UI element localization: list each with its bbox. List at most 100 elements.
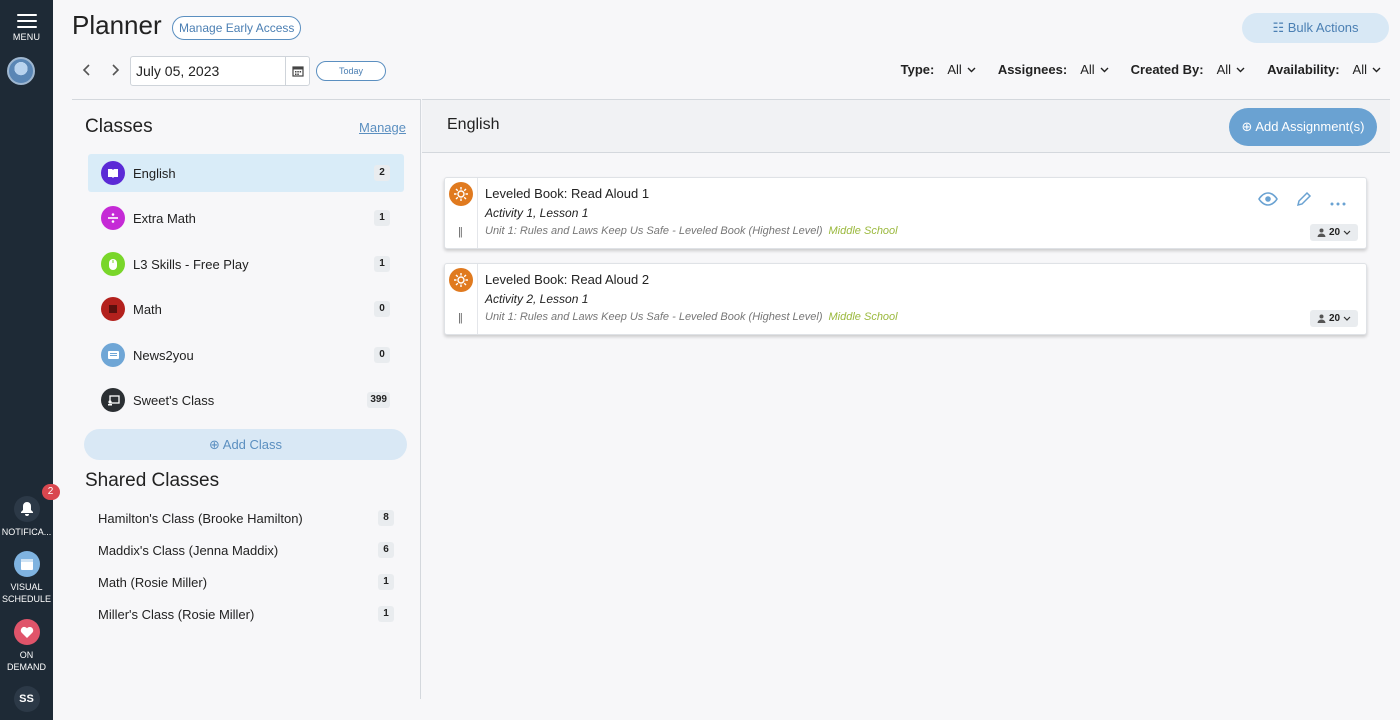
assignment-title: Leveled Book: Read Aloud 1	[485, 186, 650, 201]
class-count: 0	[374, 301, 390, 317]
notifications-label: NOTIFICA...	[1, 527, 52, 537]
class-item-math[interactable]: Math 0	[88, 290, 404, 328]
shared-class-count: 1	[378, 606, 394, 622]
shared-class-item[interactable]: Math (Rosie Miller) 1	[98, 572, 394, 592]
classes-heading: Classes	[85, 116, 153, 137]
date-field[interactable]: July 05, 2023	[130, 56, 310, 86]
filter-type-label: Type:	[900, 62, 935, 77]
plus-circle-icon: ⊕	[208, 437, 220, 452]
assignment-subtitle: Activity 2, Lesson 1	[485, 292, 589, 306]
preview-eye-icon[interactable]	[1258, 192, 1278, 211]
assignment-subtitle: Activity 1, Lesson 1	[485, 206, 589, 220]
filter-availability[interactable]: Availability: All	[1267, 62, 1381, 77]
shared-class-name: Hamilton's Class (Brooke Hamilton)	[98, 510, 303, 526]
heart-icon	[13, 619, 40, 645]
assignments-header: English ⊕ Add Assignment(s)	[422, 100, 1390, 153]
add-assignments-button[interactable]: ⊕ Add Assignment(s)	[1229, 108, 1377, 146]
assignment-unit: Unit 1: Rules and Laws Keep Us Safe - Le…	[485, 311, 898, 323]
filter-assignees-label: Assignees:	[997, 62, 1068, 77]
visual-schedule-label-2: SCHEDULE	[1, 594, 51, 604]
drag-handle-icon[interactable]: ||	[458, 312, 463, 324]
classes-panel: Classes Manage English 2 Extra Math 1 L3…	[72, 99, 421, 699]
bell-icon: 2	[13, 484, 60, 522]
class-name: Extra Math	[133, 210, 196, 226]
class-count: 0	[374, 347, 390, 363]
filter-availability-value: All	[1352, 62, 1367, 77]
shared-class-item[interactable]: Hamilton's Class (Brooke Hamilton) 8	[98, 508, 394, 528]
notification-count-badge: 2	[41, 484, 60, 500]
edit-pencil-icon[interactable]	[1296, 191, 1312, 212]
filter-created-by-value: All	[1216, 62, 1232, 77]
assignment-title: Leveled Book: Read Aloud 2	[485, 272, 650, 287]
shared-class-item[interactable]: Maddix's Class (Jenna Maddix) 6	[98, 540, 394, 560]
shared-class-count: 6	[378, 542, 394, 558]
visual-schedule-label-1: VISUAL	[10, 582, 43, 592]
on-demand-label-1: ON	[19, 650, 34, 660]
filter-created-by[interactable]: Created By: All	[1131, 62, 1245, 77]
previous-date-button[interactable]	[82, 63, 92, 79]
class-item-news2you[interactable]: News2you 0	[88, 336, 404, 374]
calendar-picker-icon[interactable]	[285, 57, 309, 85]
class-item-extra-math[interactable]: Extra Math 1	[88, 199, 404, 237]
assignment-unit: Unit 1: Rules and Laws Keep Us Safe - Le…	[485, 225, 898, 237]
next-date-button[interactable]	[110, 63, 120, 79]
filter-created-by-label: Created By:	[1130, 62, 1204, 77]
checklist-icon: ☷	[1272, 20, 1285, 35]
assignees-count: 20	[1328, 313, 1341, 324]
shared-class-count: 1	[378, 574, 394, 590]
today-button[interactable]: Today	[316, 61, 386, 81]
drag-handle-icon[interactable]: ||	[458, 226, 463, 238]
visual-schedule-button[interactable]: VISUAL SCHEDULE	[0, 551, 53, 605]
date-value: July 05, 2023	[136, 63, 220, 79]
add-class-button[interactable]: ⊕ Add Class	[84, 429, 407, 460]
more-options-icon[interactable]	[1330, 193, 1346, 211]
class-item-english[interactable]: English 2	[88, 154, 404, 192]
shared-class-name: Maddix's Class (Jenna Maddix)	[98, 542, 279, 558]
class-item-l3-skills[interactable]: L3 Skills - Free Play 1	[88, 245, 404, 283]
class-name: L3 Skills - Free Play	[133, 256, 249, 272]
class-item-sweets-class[interactable]: Sweet's Class 399	[88, 381, 404, 419]
card-gutter: ||	[445, 264, 478, 334]
page-title: Planner	[72, 10, 162, 40]
class-count: 399	[367, 392, 390, 408]
chevron-down-icon	[1236, 67, 1245, 72]
add-class-label: Add Class	[222, 437, 283, 452]
assignment-unit-text: Unit 1: Rules and Laws Keep Us Safe - Le…	[485, 225, 823, 237]
assignees-count: 20	[1328, 227, 1341, 238]
shared-class-name: Math (Rosie Miller)	[98, 574, 208, 590]
bulk-actions-button[interactable]: ☷ Bulk Actions	[1242, 13, 1389, 43]
user-menu-button[interactable]: SS	[0, 686, 53, 712]
chevron-right-icon	[112, 64, 120, 76]
gear-book-icon	[449, 268, 473, 292]
filter-type-value: All	[947, 62, 962, 77]
divide-icon	[101, 206, 125, 230]
class-name: News2you	[133, 347, 194, 363]
filter-bar: Type: All Assignees: All Created By: All…	[879, 62, 1381, 77]
hamburger-icon	[16, 14, 37, 28]
shared-class-item[interactable]: Miller's Class (Rosie Miller) 1	[98, 604, 394, 624]
manage-classes-link[interactable]: Manage	[359, 120, 406, 135]
menu-button[interactable]: MENU	[0, 10, 53, 42]
chevron-down-icon	[1372, 67, 1381, 72]
assignment-level: Middle School	[828, 225, 898, 237]
assignment-card[interactable]: || Leveled Book: Read Aloud 1 Activity 1…	[444, 177, 1367, 249]
plus-circle-icon: ⊕	[1241, 119, 1253, 134]
user-initials: SS	[13, 686, 40, 712]
on-demand-label-2: DEMAND	[6, 662, 46, 672]
class-name: English	[133, 165, 176, 181]
manage-early-access-button[interactable]: Manage Early Access	[172, 16, 302, 40]
assignees-dropdown[interactable]: 20	[1310, 310, 1358, 327]
menu-label: MENU	[12, 32, 41, 42]
filter-assignees[interactable]: Assignees: All	[998, 62, 1109, 77]
newspaper-icon	[101, 343, 125, 367]
presentation-icon	[101, 388, 125, 412]
mouse-icon	[101, 252, 125, 276]
assignment-level: Middle School	[828, 311, 898, 323]
notifications-button[interactable]: 2 NOTIFICA...	[0, 484, 60, 538]
filter-type[interactable]: Type: All	[901, 62, 976, 77]
on-demand-button[interactable]: ON DEMAND	[0, 619, 53, 673]
assignment-card[interactable]: || Leveled Book: Read Aloud 2 Activity 2…	[444, 263, 1367, 335]
avatar[interactable]	[7, 57, 35, 85]
assignments-panel: English ⊕ Add Assignment(s) || Leveled B…	[422, 99, 1390, 699]
assignees-dropdown[interactable]: 20	[1310, 224, 1358, 241]
